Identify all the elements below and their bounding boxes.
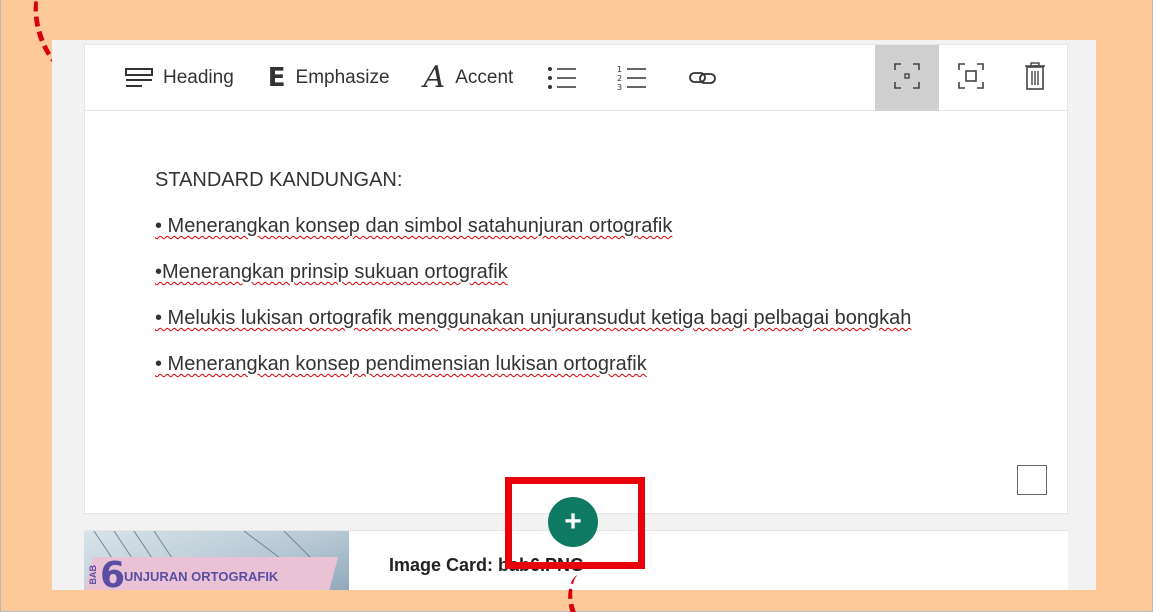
content-item: •Menerangkan prinsip sukuan ortografik (155, 261, 508, 283)
link-icon (689, 69, 717, 87)
heading-button[interactable]: Heading (125, 45, 234, 111)
numbered-list-button[interactable]: 123 (617, 45, 657, 111)
emphasize-button[interactable]: E Emphasize (268, 45, 390, 111)
trash-icon (1024, 61, 1046, 95)
heading-label: Heading (163, 66, 234, 88)
accent-label: Accent (455, 66, 514, 88)
fit-focus-icon (894, 62, 920, 94)
bulleted-list-button[interactable] (547, 45, 587, 111)
content-item: • Menerangkan konsep pendimensian lukisa… (155, 353, 647, 375)
link-button[interactable] (689, 45, 727, 111)
svg-text:1: 1 (617, 65, 622, 74)
emphasis-size-button[interactable] (939, 45, 1003, 111)
svg-text:2: 2 (617, 74, 622, 83)
accent-button[interactable]: A Accent (424, 45, 514, 111)
bulleted-list-icon (547, 65, 577, 91)
content-item: • Menerangkan konsep dan simbol satahunj… (155, 215, 673, 237)
fit-fill-icon (958, 62, 984, 94)
accent-icon: A (423, 60, 446, 95)
select-card-checkbox[interactable] (1017, 465, 1047, 495)
content-item: • Melukis lukisan ortografik menggunakan… (155, 307, 912, 329)
thumbnail-chapter-number: 6 (100, 555, 126, 590)
svg-text:3: 3 (617, 83, 622, 92)
text-content[interactable]: STANDARD KANDUNGAN: • Menerangkan konsep… (155, 165, 1015, 395)
content-heading: STANDARD KANDUNGAN: (155, 169, 403, 191)
thumbnail-chapter-title: UNJURAN ORTOGRAFIK (124, 569, 279, 584)
emphasize-label: Emphasize (295, 66, 390, 88)
card-actions (875, 45, 1067, 111)
numbered-list-icon: 123 (617, 64, 647, 92)
delete-card-button[interactable] (1003, 45, 1067, 111)
annotation-highlight-box (505, 477, 645, 569)
focus-point-button[interactable] (875, 45, 939, 111)
image-thumbnail: BAB 6 UNJURAN ORTOGRAFIK (84, 531, 349, 590)
formatting-toolbar: Heading E Emphasize A Accent 123 (85, 45, 1067, 111)
text-card-editor[interactable]: Heading E Emphasize A Accent 123 STANDAR… (84, 44, 1068, 514)
thumbnail-chapter-word: BAB (88, 565, 98, 585)
emphasize-icon: E (267, 62, 286, 93)
heading-icon (125, 67, 153, 89)
